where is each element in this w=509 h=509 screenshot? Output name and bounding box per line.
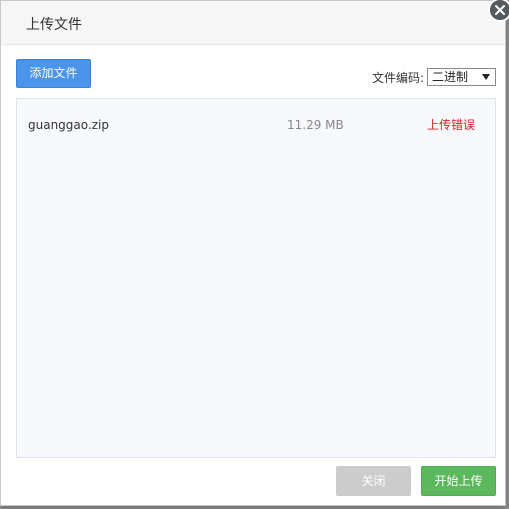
dialog-title: 上传文件 bbox=[26, 17, 82, 33]
file-row: guanggao.zip 11.29 MB 上传错误 bbox=[17, 115, 495, 135]
file-status-error: 上传错误 bbox=[427, 118, 476, 132]
file-list: guanggao.zip 11.29 MB 上传错误 bbox=[16, 98, 496, 458]
encoding-select[interactable]: 二进制 bbox=[427, 68, 496, 86]
upload-dialog: 上传文件 添加文件 文件编码: 二进制 guanggao.zip 11.29 M… bbox=[0, 0, 506, 506]
encoding-label: 文件编码: bbox=[372, 71, 425, 85]
close-button[interactable]: 关闭 bbox=[336, 466, 411, 496]
start-upload-button[interactable]: 开始上传 bbox=[421, 466, 496, 496]
file-name: guanggao.zip bbox=[28, 118, 109, 132]
encoding-selected-value: 二进制 bbox=[432, 70, 469, 84]
add-file-button[interactable]: 添加文件 bbox=[16, 59, 91, 88]
chevron-down-icon bbox=[482, 74, 490, 80]
dialog-header: 上传文件 bbox=[1, 1, 505, 45]
close-icon-glyph bbox=[495, 5, 505, 15]
file-size: 11.29 MB bbox=[287, 118, 344, 132]
close-icon[interactable] bbox=[488, 0, 509, 22]
